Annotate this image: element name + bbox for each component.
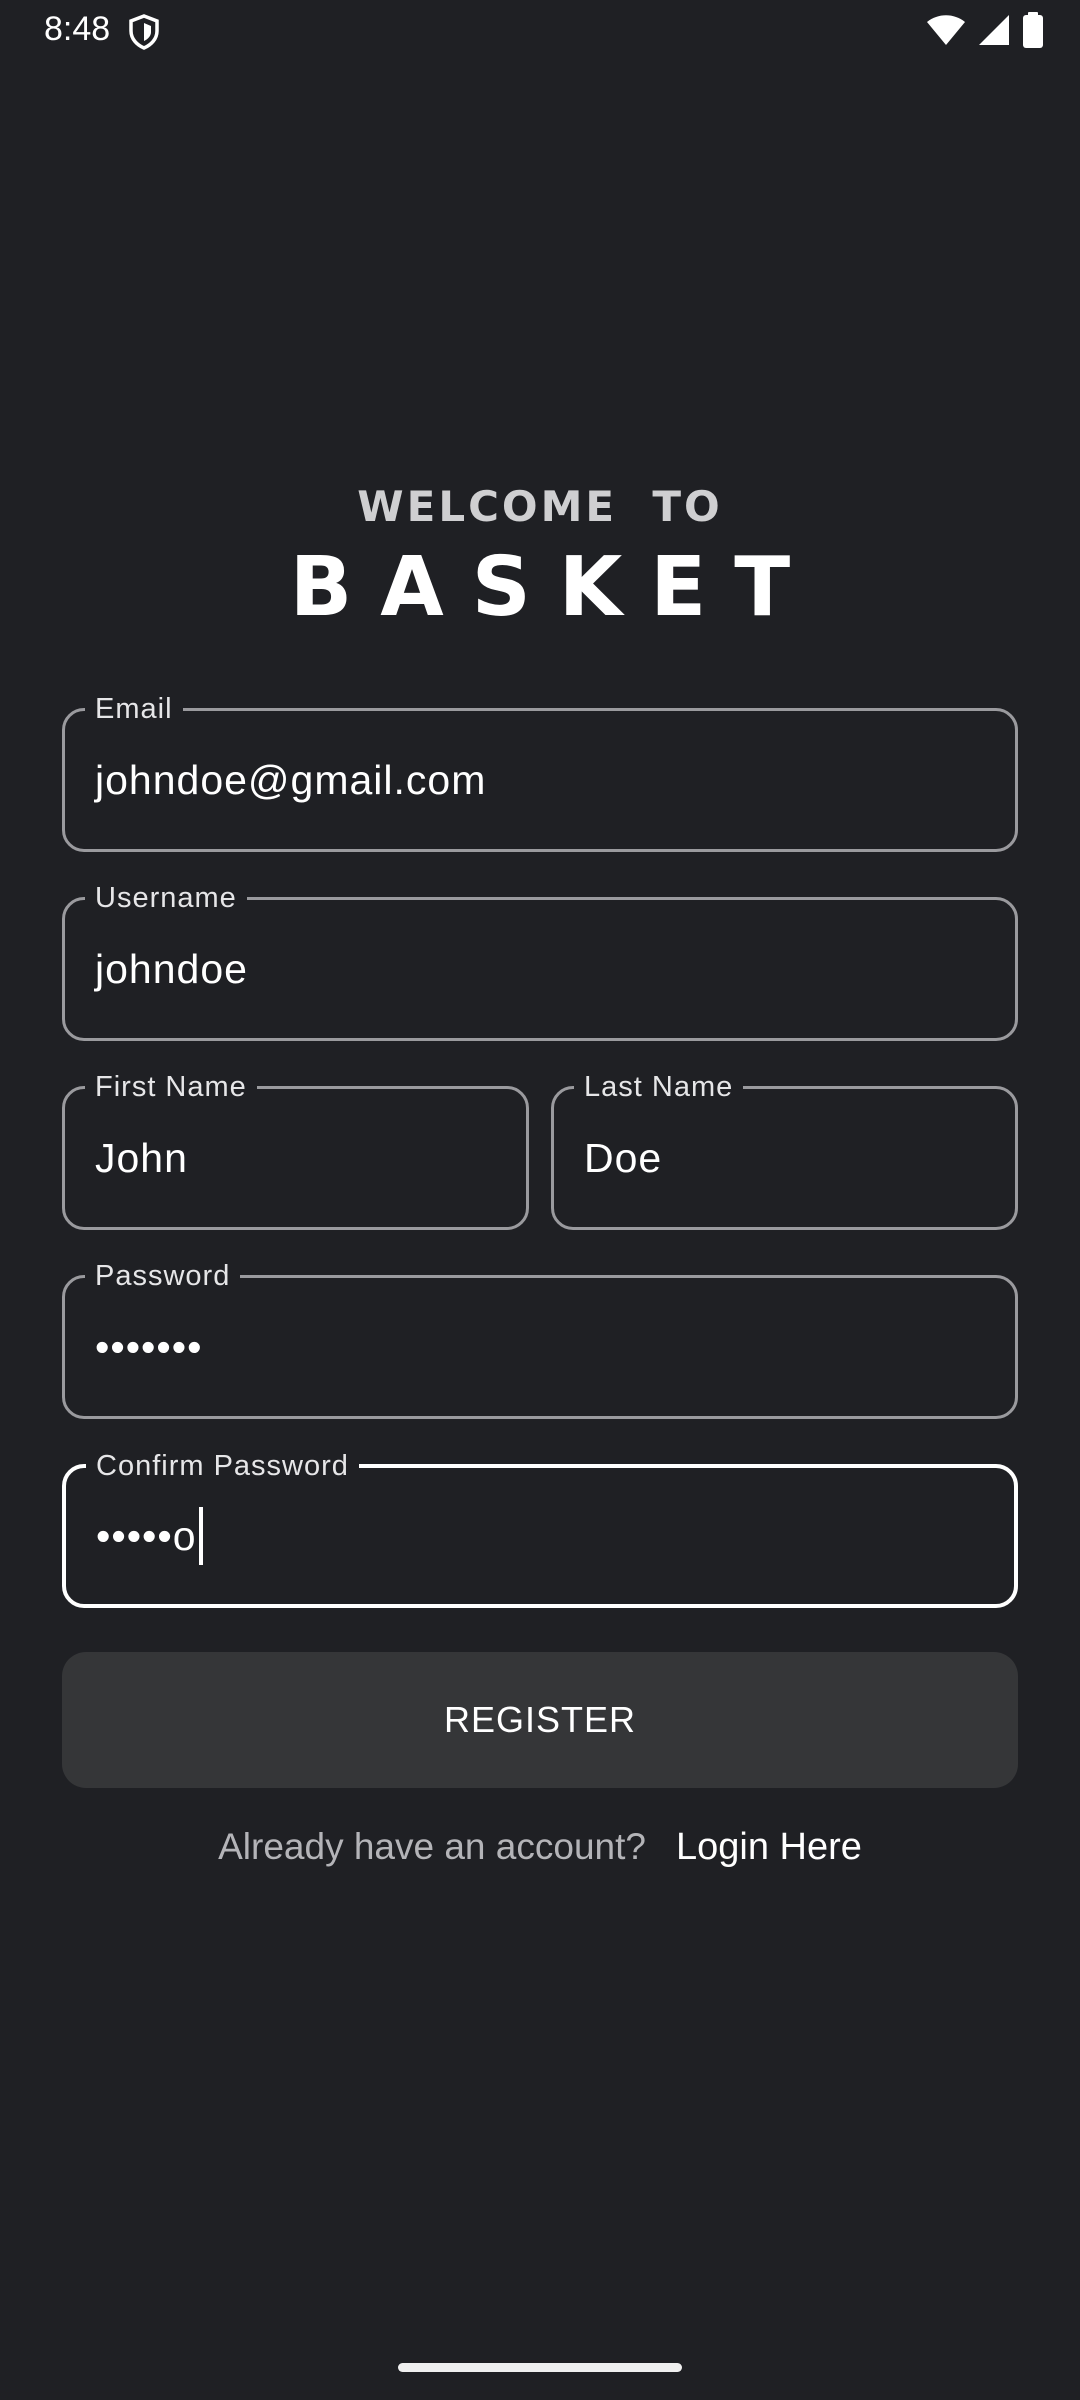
confirm-password-value-wrap: •••••o	[96, 1468, 203, 1604]
register-screen: 8:48 WELCOME TO BASKET Email johndoe@gma…	[0, 0, 1080, 2400]
text-cursor	[198, 1507, 203, 1565]
wifi-icon	[926, 14, 966, 50]
first-name-field[interactable]: First Name John	[62, 1071, 529, 1230]
welcome-heading: WELCOME TO	[357, 482, 723, 531]
last-name-value: Doe	[584, 1134, 663, 1181]
shield-icon	[128, 14, 160, 50]
status-bar: 8:48	[0, 0, 1080, 64]
status-time: 8:48	[44, 10, 111, 48]
register-button[interactable]: REGISTER	[62, 1652, 1018, 1788]
battery-icon	[1022, 12, 1044, 52]
last-name-field[interactable]: Last Name Doe	[551, 1071, 1018, 1230]
password-value: •••••••	[95, 1323, 203, 1370]
signal-icon	[978, 14, 1010, 50]
brand-title: BASKET	[289, 540, 819, 635]
login-prompt: Already have an account?	[218, 1826, 646, 1867]
confirm-password-value: •••••o	[96, 1512, 197, 1559]
username-value: johndoe	[95, 945, 248, 992]
login-row: Already have an account? Login Here	[0, 1826, 1080, 1869]
email-field[interactable]: Email johndoe@gmail.com	[62, 693, 1018, 852]
password-field[interactable]: Password •••••••	[62, 1260, 1018, 1419]
status-icons	[926, 12, 1044, 52]
username-field[interactable]: Username johndoe	[62, 882, 1018, 1041]
first-name-value: John	[95, 1134, 188, 1181]
home-indicator[interactable]	[398, 2363, 682, 2372]
email-value: johndoe@gmail.com	[95, 756, 487, 803]
login-here-link[interactable]: Login Here	[676, 1826, 862, 1868]
confirm-password-field[interactable]: Confirm Password •••••o	[62, 1450, 1018, 1608]
